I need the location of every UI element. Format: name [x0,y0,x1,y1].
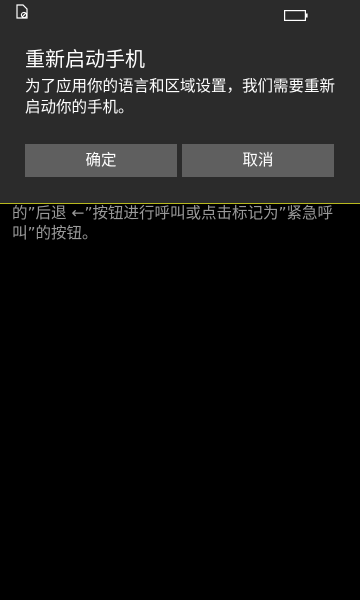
background-instructions-text: 的”后退 ←”按钮进行呼叫或点击标记为”紧急呼叫”的按钮。 [12,204,334,242]
dialog-message: 为了应用你的语言和区域设置，我们需要重新启动你的手机。 [25,77,336,116]
sim-card-blocked-icon [16,4,28,19]
confirm-button[interactable]: 确定 [25,144,177,177]
cancel-button[interactable]: 取消 [182,144,334,177]
status-bar [0,0,360,22]
restart-phone-dialog: 重新启动手机 为了应用你的语言和区域设置，我们需要重新启动你的手机。 确定 取消 [0,0,360,204]
battery-icon [284,6,308,22]
dialog-title: 重新启动手机 [25,47,145,71]
screen: 的”后退 ←”按钮进行呼叫或点击标记为”紧急呼叫”的按钮。 重新启动手机 为了应… [0,0,360,600]
